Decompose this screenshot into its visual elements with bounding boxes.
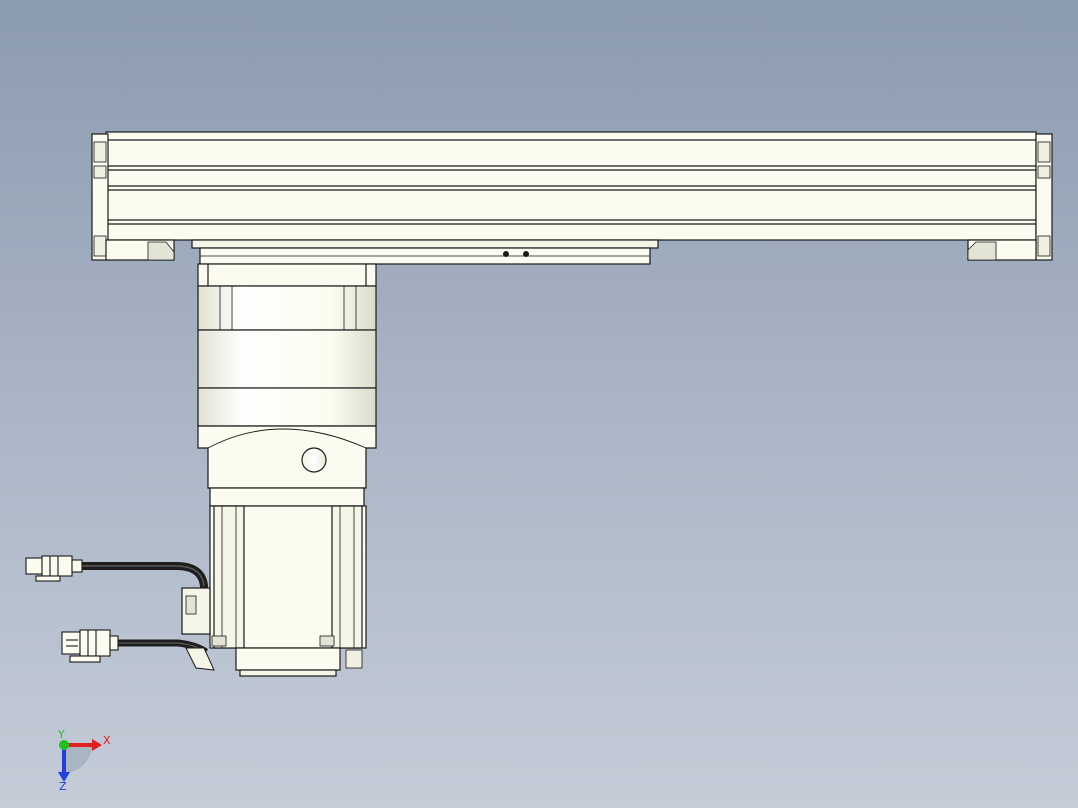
carriage-screw-hole: [522, 251, 529, 258]
triad-plane-indicator: [64, 745, 92, 773]
x-axis-label: X: [103, 734, 111, 747]
rail-carriage[interactable]: [191, 239, 659, 265]
power-connector[interactable]: [61, 629, 119, 663]
motor-adapter-housing[interactable]: [197, 263, 377, 507]
y-axis-label: Y: [57, 728, 65, 741]
servo-motor[interactable]: [209, 505, 367, 677]
motor-end-cap: [235, 647, 341, 671]
encoder-connector[interactable]: [25, 555, 83, 582]
z-axis-label: Z: [59, 780, 67, 793]
y-axis-point-icon: [59, 740, 69, 750]
encoder-cable[interactable]: [25, 555, 211, 635]
power-cable[interactable]: [61, 629, 215, 671]
flange-access-hole: [301, 447, 327, 473]
cad-viewport[interactable]: X Y Z: [0, 0, 1078, 808]
carriage-screw-hole: [503, 251, 510, 258]
motor-bolt: [319, 635, 335, 647]
coordinate-triad: X Y Z: [57, 728, 111, 793]
motor-bolt: [211, 635, 227, 647]
linear-rail[interactable]: [91, 131, 1053, 265]
